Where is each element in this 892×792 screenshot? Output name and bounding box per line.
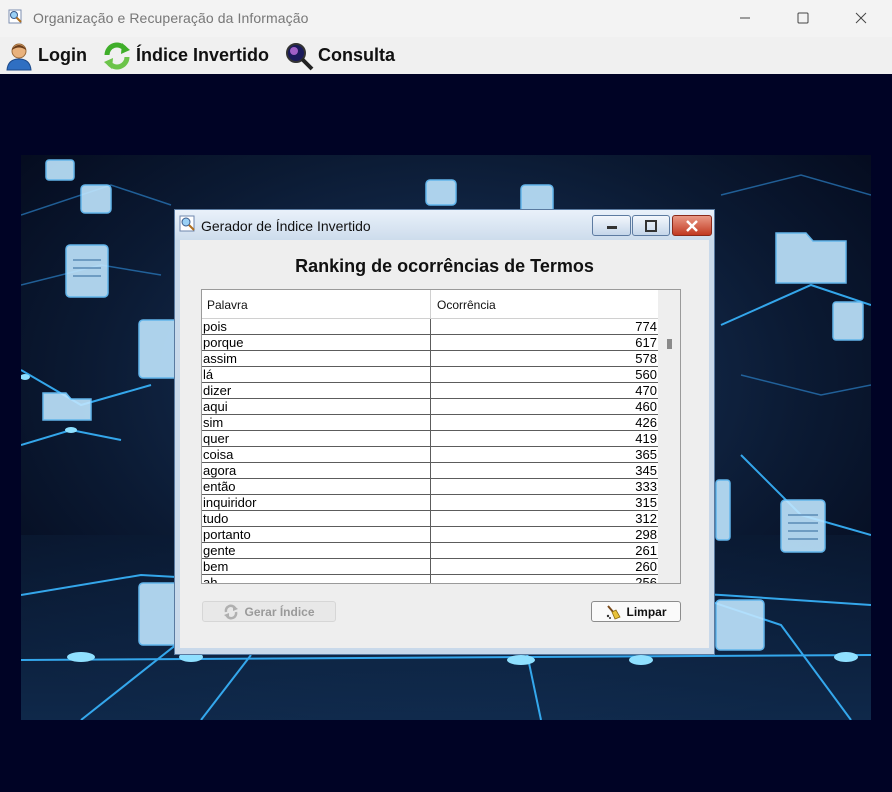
row-word: inquiridor	[203, 495, 257, 510]
table-scrollbar[interactable]	[659, 290, 680, 583]
table-row[interactable]: sim 426	[202, 415, 658, 431]
menu-query-label: Consulta	[318, 45, 396, 65]
maximize-button[interactable]	[780, 0, 826, 36]
dialog-maximize-button[interactable]	[632, 215, 670, 236]
row-word: agora	[203, 463, 237, 478]
row-word: então	[203, 479, 236, 494]
row-word: coisa	[203, 447, 234, 462]
row-count: 333	[635, 479, 657, 494]
window-title: Organização e Recuperação da Informação	[33, 10, 309, 26]
row-count: 774	[635, 319, 657, 334]
row-count: 260	[635, 559, 657, 574]
inverted-index-dialog: Gerador de Índice Invertido Ranking de o…	[174, 209, 715, 655]
dialog-title: Gerador de Índice Invertido	[201, 218, 371, 234]
table-header: Palavra Ocorrência	[202, 290, 658, 319]
maximize-icon	[797, 12, 809, 24]
scrollbar-thumb[interactable]	[667, 339, 672, 349]
header-divider	[430, 290, 431, 318]
table-row[interactable]: quer 419	[202, 431, 658, 447]
row-word: tudo	[203, 511, 229, 526]
row-count: 365	[635, 447, 657, 462]
table-row[interactable]: ah 256	[202, 575, 658, 583]
table-row[interactable]: lá 560	[202, 367, 658, 383]
row-count: 470	[635, 383, 657, 398]
table-row[interactable]: dizer 470	[202, 383, 658, 399]
refresh-arrows-icon	[104, 42, 130, 69]
table-row[interactable]: bem 260	[202, 559, 658, 575]
row-count: 256	[635, 575, 657, 583]
menu-login[interactable]: Login	[4, 37, 87, 74]
broom-icon	[607, 604, 622, 620]
table-row[interactable]: assim 578	[202, 351, 658, 367]
row-word: ah	[203, 575, 218, 583]
minimize-icon	[740, 17, 750, 19]
table-row[interactable]: portanto 298	[202, 527, 658, 543]
ranking-table: Palavra Ocorrência pois 774 porque 617 assim…	[201, 289, 681, 584]
dialog-minimize-button[interactable]	[592, 215, 631, 236]
table-body[interactable]: pois 774 porque 617 assim 578 lá 560 dizer 470 aqu…	[202, 319, 658, 583]
app-search-icon	[8, 9, 22, 24]
row-count: 460	[635, 399, 657, 414]
generate-index-button[interactable]: Gerar Índice	[202, 601, 336, 622]
row-word: portanto	[203, 527, 251, 542]
close-icon	[855, 12, 867, 24]
row-word: quer	[203, 431, 230, 446]
row-word: gente	[203, 543, 236, 558]
row-count: 617	[635, 335, 657, 350]
table-row[interactable]: inquiridor 315	[202, 495, 658, 511]
menu-inverted-index[interactable]: Índice Invertido	[102, 37, 269, 74]
table-row[interactable]: coisa 365	[202, 447, 658, 463]
row-word: dizer	[203, 383, 232, 398]
row-count: 578	[635, 351, 657, 366]
menu-query[interactable]: Consulta	[284, 37, 395, 74]
row-word: sim	[203, 415, 224, 430]
row-count: 261	[635, 543, 657, 558]
table-row[interactable]: agora 345	[202, 463, 658, 479]
user-icon	[6, 43, 32, 70]
dialog-app-icon	[179, 215, 195, 232]
window-titlebar: Organização e Recuperação da Informação	[0, 0, 892, 38]
row-word: assim	[203, 351, 237, 366]
row-count: 312	[635, 511, 657, 526]
table-row[interactable]: pois 774	[202, 319, 658, 335]
row-word: lá	[203, 367, 214, 382]
row-count: 345	[635, 463, 657, 478]
table-row[interactable]: porque 617	[202, 335, 658, 351]
row-word: bem	[203, 559, 229, 574]
menu-bar: Login Índice Invertido Consulta	[0, 37, 892, 74]
column-header-count[interactable]: Ocorrência	[437, 298, 496, 312]
clear-label: Limpar	[626, 604, 667, 619]
ranking-heading: Ranking de ocorrências de Termos	[295, 256, 594, 276]
dialog-titlebar[interactable]: Gerador de Índice Invertido	[175, 210, 714, 240]
minimize-button[interactable]	[722, 0, 768, 36]
magnifier-icon	[286, 42, 314, 70]
refresh-arrows-icon	[224, 604, 239, 619]
row-count: 315	[635, 495, 657, 510]
dialog-close-button[interactable]	[672, 215, 712, 236]
menu-login-label: Login	[38, 45, 87, 65]
generate-index-label: Gerar Índice	[244, 604, 315, 619]
menu-inverted-index-label: Índice Invertido	[136, 45, 270, 65]
table-row[interactable]: aqui 460	[202, 399, 658, 415]
row-count: 419	[635, 431, 657, 446]
minimize-icon	[606, 225, 617, 229]
close-button[interactable]	[838, 0, 884, 36]
table-row[interactable]: então 333	[202, 479, 658, 495]
row-count: 426	[635, 415, 657, 430]
table-row[interactable]: tudo 312	[202, 511, 658, 527]
row-count: 560	[635, 367, 657, 382]
row-word: pois	[203, 319, 227, 334]
dialog-content: Ranking de ocorrências de Termos Palavra…	[180, 240, 709, 648]
clear-button[interactable]: Limpar	[591, 601, 681, 622]
row-word: porque	[203, 335, 244, 350]
close-icon	[686, 219, 698, 232]
row-count: 298	[635, 527, 657, 542]
column-header-word[interactable]: Palavra	[207, 298, 248, 312]
row-word: aqui	[203, 399, 228, 414]
table-row[interactable]: gente 261	[202, 543, 658, 559]
maximize-icon	[645, 219, 657, 232]
